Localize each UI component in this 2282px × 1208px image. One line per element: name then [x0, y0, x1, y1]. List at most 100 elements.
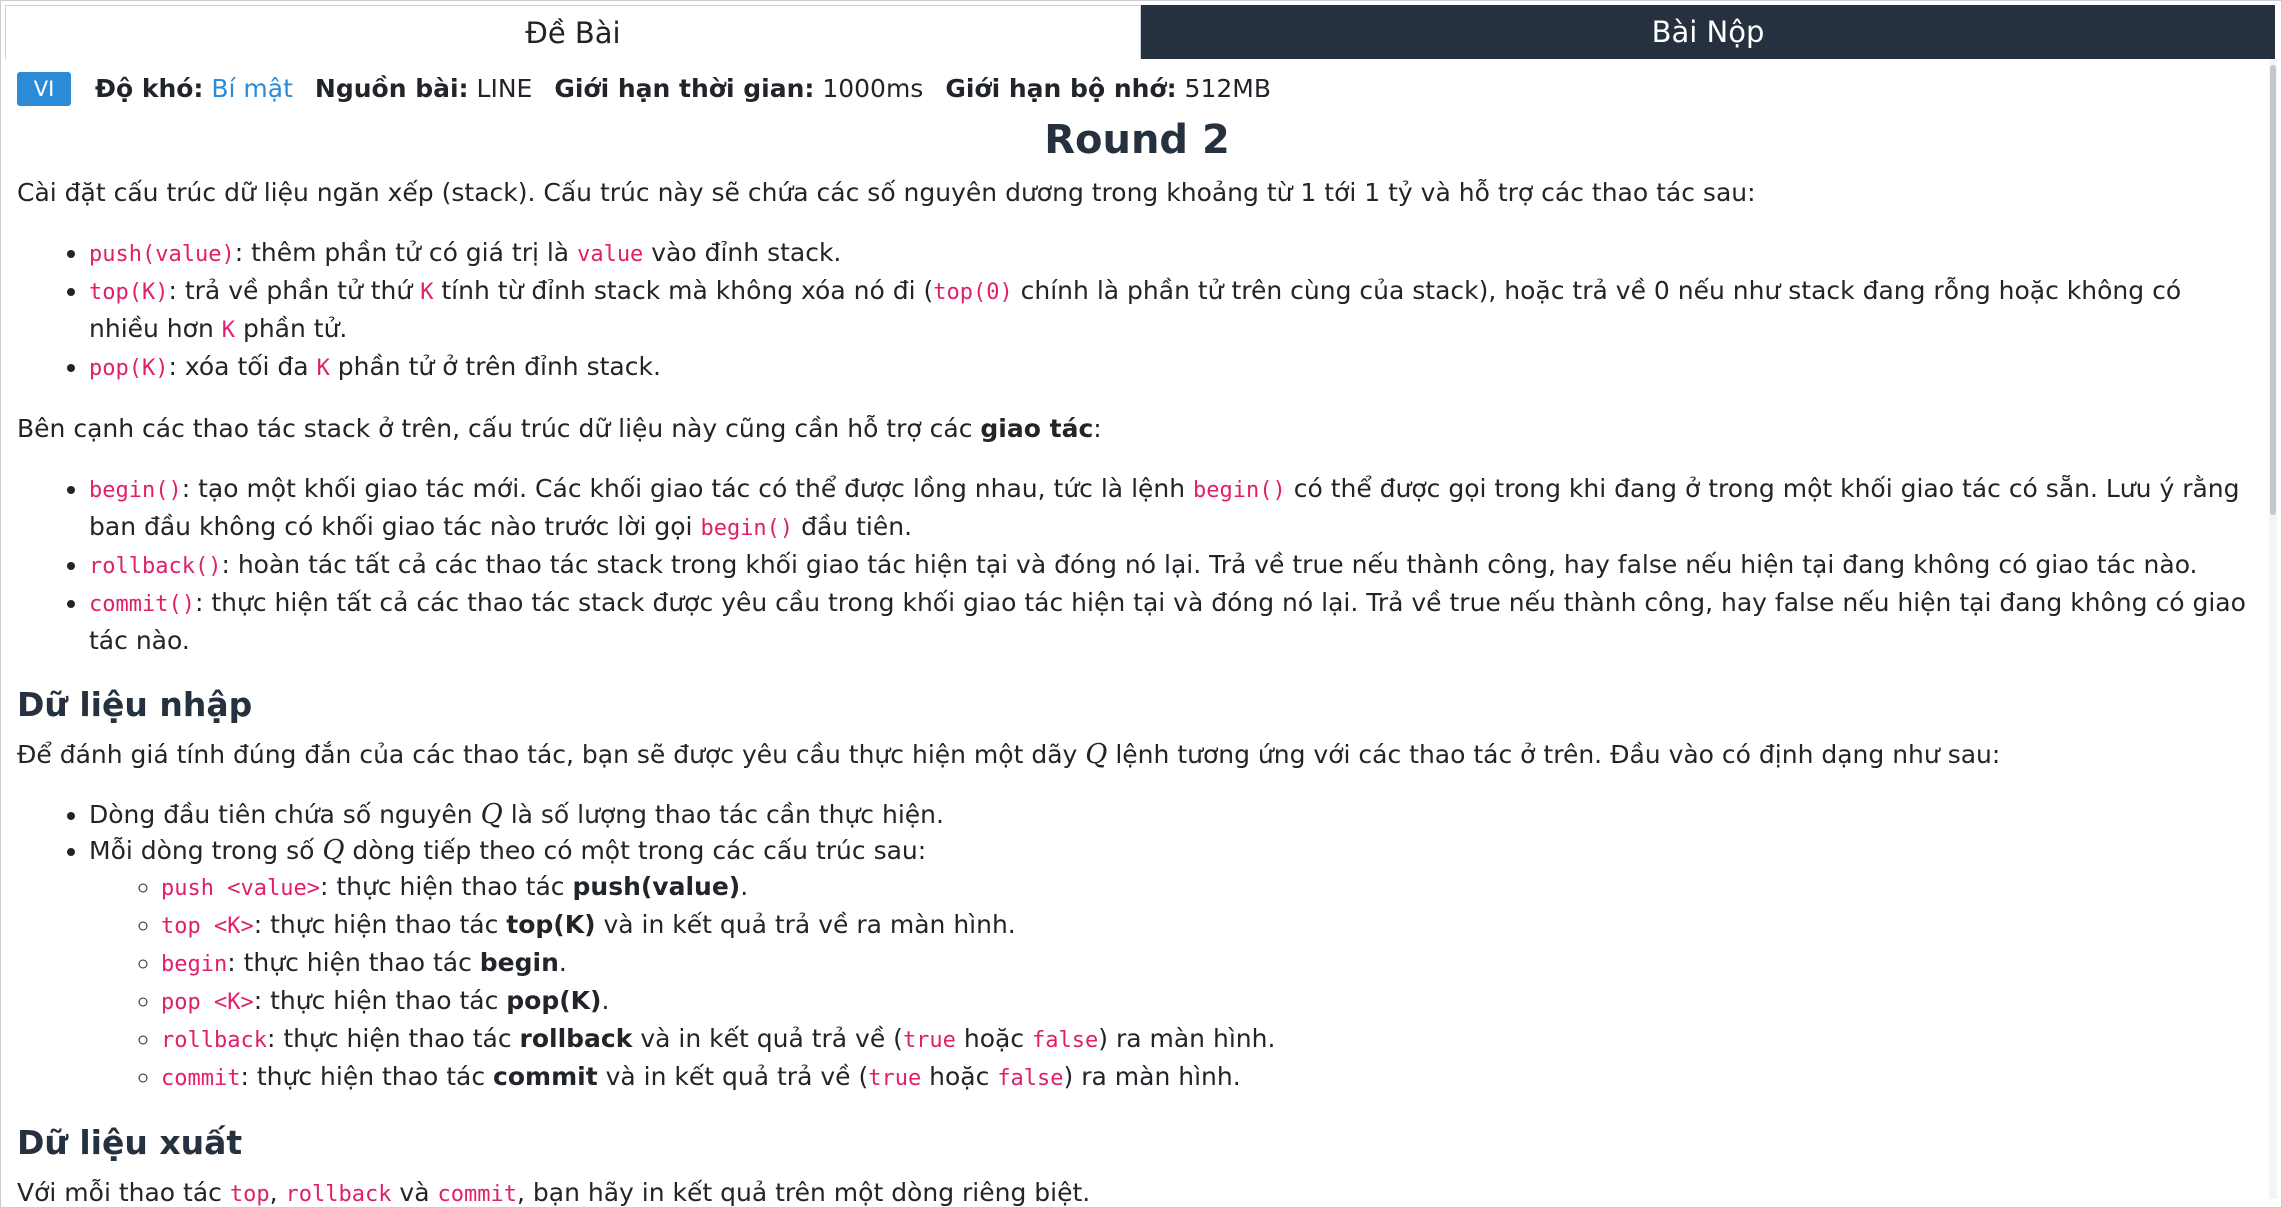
list-item: push <value>: thực hiện thao tác push(va… [161, 869, 2257, 907]
source-label: Nguồn bài: [314, 74, 469, 103]
text: và in kết quả trả về ra màn hình. [595, 910, 1016, 939]
text: : thực hiện thao tác [319, 872, 573, 901]
time-limit: Giới hạn thời gian: 1000ms [554, 71, 923, 107]
list-item: begin(): tạo một khối giao tác mới. Các … [89, 471, 2257, 547]
code-inline: pop <K> [161, 990, 254, 1015]
source-value: LINE [476, 74, 533, 103]
text: : thêm phần tử có giá trị là [234, 238, 578, 267]
math-variable: Q [1085, 739, 1108, 770]
list-item: top(K): trả về phần tử thứ K tính từ đỉn… [89, 273, 2257, 349]
bold-text: giao tác [980, 414, 1094, 443]
code-inline: begin() [700, 516, 794, 541]
tab-submissions[interactable]: Bài Nộp [1141, 5, 2275, 59]
code-inline: K [221, 318, 235, 343]
code-inline: commit [161, 1066, 241, 1091]
memory-limit-label: Giới hạn bộ nhớ: [945, 74, 1177, 103]
text: : hoàn tác tất cả các thao tác stack tro… [221, 550, 2198, 579]
text: và in kết quả trả về ( [632, 1024, 903, 1053]
code-inline: commit() [89, 592, 195, 617]
text: : thực hiện thao tác [253, 910, 507, 939]
list-item: Dòng đầu tiên chứa số nguyên Q là số lượ… [89, 797, 2257, 833]
source: Nguồn bài: LINE [315, 71, 532, 107]
code-inline: top(0) [933, 280, 1013, 305]
text: : thực hiện thao tác [227, 948, 480, 977]
text: dòng tiếp theo có một trong các cấu trúc… [344, 836, 927, 865]
bold-text: pop(K) [506, 986, 602, 1015]
code-inline: true [902, 1028, 956, 1053]
bold-text: rollback [519, 1024, 633, 1053]
language-badge[interactable]: VI [17, 72, 71, 106]
list-item: commit(): thực hiện tất cả các thao tác … [89, 585, 2257, 659]
text: và in kết quả trả về ( [597, 1062, 869, 1091]
code-inline: rollback [285, 1182, 392, 1207]
text: Dòng đầu tiên chứa số nguyên [89, 800, 481, 829]
output-heading: Dữ liệu xuất [17, 1123, 243, 1162]
problem-window: Đề Bài Bài Nộp VI Độ khó: Bí mật Nguồn b… [0, 0, 2282, 1208]
code-inline: begin() [89, 478, 182, 503]
text: , [269, 1178, 286, 1207]
list-item: begin: thực hiện thao tác begin. [161, 945, 2257, 983]
text: : thực hiện thao tác [266, 1024, 520, 1053]
text: . [558, 948, 567, 977]
code-inline: begin() [1193, 478, 1286, 503]
tab-bar: Đề Bài Bài Nộp [5, 5, 2275, 59]
text: phần tử. [235, 314, 348, 343]
code-inline: top [229, 1182, 270, 1207]
text: , bạn hãy in kết quả trên một dòng riêng… [516, 1178, 1091, 1207]
code-inline: push(value) [89, 242, 235, 267]
stack-ops-list: push(value): thêm phần tử có giá trị là … [17, 235, 2257, 387]
text: lệnh tương ứng với các thao tác ở trên. … [1107, 740, 2001, 769]
list-item: top <K>: thực hiện thao tác top(K) và in… [161, 907, 2257, 945]
command-list: push <value>: thực hiện thao tác push(va… [89, 869, 2257, 1097]
text: vào đỉnh stack. [643, 238, 842, 267]
code-inline: commit [437, 1182, 517, 1207]
list-item: pop(K): xóa tối đa K phần tử ở trên đỉnh… [89, 349, 2257, 387]
code-inline: value [577, 242, 644, 267]
list-item: commit: thực hiện thao tác commit và in … [161, 1059, 2257, 1097]
text: : trả về phần tử thứ [168, 276, 421, 305]
code-inline: true [868, 1066, 922, 1091]
input-intro-paragraph: Để đánh giá tính đúng đắn của các thao t… [17, 737, 2257, 773]
text: phần tử ở trên đỉnh stack. [329, 352, 661, 381]
text: : thực hiện thao tác [253, 986, 507, 1015]
list-item: rollback: thực hiện thao tác rollback và… [161, 1021, 2257, 1059]
memory-limit-value: 512MB [1184, 74, 1271, 103]
input-format-list: Dòng đầu tiên chứa số nguyên Q là số lượ… [17, 797, 2257, 1097]
code-inline: top <K> [161, 914, 254, 939]
code-inline: K [420, 280, 434, 305]
code-inline: top(K) [89, 280, 169, 305]
difficulty-value[interactable]: Bí mật [211, 74, 293, 103]
text: ) ra màn hình. [1098, 1024, 1276, 1053]
text: tính từ đỉnh stack mà không xóa nó đi ( [433, 276, 934, 305]
text: . [601, 986, 610, 1015]
text: Để đánh giá tính đúng đắn của các thao t… [17, 740, 1086, 769]
text: Mỗi dòng trong số [89, 836, 323, 865]
text: . [740, 872, 749, 901]
list-item: push(value): thêm phần tử có giá trị là … [89, 235, 2257, 273]
time-limit-label: Giới hạn thời gian: [554, 74, 815, 103]
text: : tạo một khối giao tác mới. Các khối gi… [181, 474, 1194, 503]
txn-ops-list: begin(): tạo một khối giao tác mới. Các … [17, 471, 2257, 659]
text: : thực hiện thao tác [240, 1062, 494, 1091]
code-inline: pop(K) [89, 356, 169, 381]
code-inline: rollback() [89, 554, 222, 579]
output-paragraph: Với mỗi thao tác top, rollback và commit… [17, 1175, 2257, 1207]
math-variable: Q [322, 835, 345, 866]
code-inline: rollback [161, 1028, 267, 1053]
text: Với mỗi thao tác [17, 1178, 230, 1207]
code-inline: begin [161, 952, 228, 977]
txn-intro-paragraph: Bên cạnh các thao tác stack ở trên, cấu … [17, 411, 2257, 447]
scrollbar-thumb[interactable] [2270, 65, 2276, 515]
math-variable: Q [480, 799, 503, 830]
text: và [391, 1178, 438, 1207]
intro-paragraph: Cài đặt cấu trúc dữ liệu ngăn xếp (stack… [17, 178, 1756, 207]
tab-problem[interactable]: Đề Bài [5, 5, 1141, 59]
code-inline: K [316, 356, 330, 381]
time-limit-value: 1000ms [822, 74, 924, 103]
text: : [1093, 414, 1102, 443]
bold-text: commit [493, 1062, 598, 1091]
text: ) ra màn hình. [1063, 1062, 1241, 1091]
scrollbar[interactable] [2269, 59, 2277, 1199]
text: : thực hiện tất cả các thao tác stack đư… [89, 588, 2246, 655]
list-item: Mỗi dòng trong số Q dòng tiếp theo có mộ… [89, 833, 2257, 1097]
